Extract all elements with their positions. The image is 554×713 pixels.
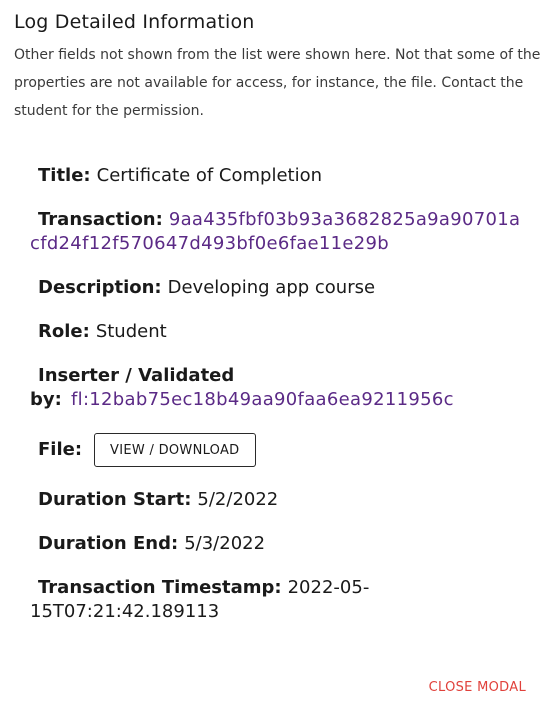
field-value: 5/3/2022 <box>184 533 266 554</box>
field-label: Duration End: <box>38 533 179 554</box>
close-modal-button[interactable]: CLOSE MODAL <box>429 680 526 695</box>
field-inserter-value: fl:12bab75ec18b49aa90faa6ea9211956c <box>71 388 531 412</box>
field-transaction: Transaction: 9aa435fbf03b93a3682825a9a907… <box>30 208 526 256</box>
field-duration-end: Duration End: 5/3/2022 <box>30 532 530 556</box>
field-value: 5/2/2022 <box>197 489 279 510</box>
field-value: Certificate of Completion <box>96 165 323 186</box>
view-download-button[interactable]: VIEW / DOWNLOAD <box>94 433 256 467</box>
field-label: Role: <box>38 321 90 342</box>
modal-note: Other fields not shown from the list wer… <box>14 47 541 119</box>
field-duration-start: Duration Start: 5/2/2022 <box>30 488 530 512</box>
field-value: Developing app course <box>167 277 376 298</box>
modal-title: Log Detailed Information <box>14 11 255 33</box>
field-label: Title: <box>38 165 91 186</box>
field-title: Title: Certificate of Completion <box>30 164 530 188</box>
field-label: File: <box>38 439 83 460</box>
field-description: Description: Developing app course <box>30 276 530 300</box>
field-label: Duration Start: <box>38 489 192 510</box>
field-value: Student <box>95 321 167 342</box>
field-file: File: VIEW / DOWNLOAD <box>30 432 530 468</box>
field-label: Transaction: <box>38 209 163 230</box>
log-detail-modal: Log Detailed Information Other fields no… <box>0 0 554 713</box>
field-timestamp: Transaction Timestamp: 2022-05-15T07:21:4… <box>30 576 430 624</box>
field-label: Description: <box>38 277 162 298</box>
inserter-id: fl:12bab75ec18b49aa90faa6ea9211956c <box>71 389 454 410</box>
field-role: Role: Student <box>30 320 530 344</box>
field-label: Transaction Timestamp: <box>38 577 282 598</box>
